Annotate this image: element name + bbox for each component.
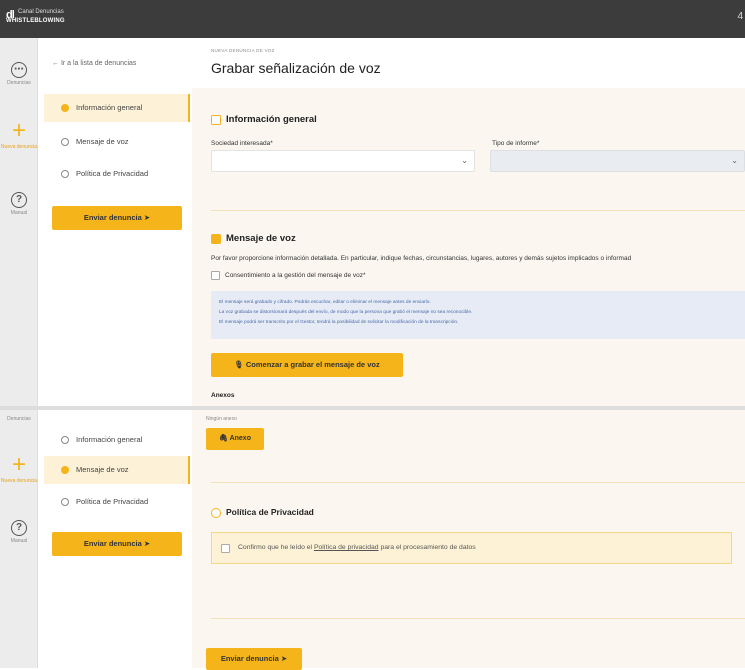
rail-label: Manual (10, 210, 28, 216)
section-title-privacy: Política de Privacidad (226, 507, 314, 517)
rail-item-denuncias[interactable]: Denuncias (0, 414, 38, 422)
icon-rail-bottom: Denuncias + Nueva denuncia ? Manual (0, 410, 38, 668)
consent-suffix: para el procesamiento de datos (378, 544, 476, 551)
logo-line-2: WHISTLEBLOWING (6, 18, 65, 24)
app-logo[interactable]: dl Canal Denuncias WHISTLEBLOWING (6, 9, 65, 24)
send-label: Enviar denuncia (220, 654, 279, 663)
send-report-button-side[interactable]: Enviar denuncia ➤ (52, 206, 182, 230)
help-icon: ? (11, 192, 27, 208)
chat-icon: ⋯ (11, 62, 27, 78)
rail-label: Denuncias (7, 416, 31, 422)
rail-item-manual[interactable]: ? Manual (0, 192, 38, 216)
send-report-button[interactable]: Enviar denuncia ➤ (206, 648, 302, 670)
main-content-top: NUEVA DENUNCIA DE VOZ Grabar señalizació… (192, 38, 745, 406)
microphone-icon (211, 234, 221, 244)
section-title-general: Información general (226, 114, 317, 125)
step-radio (61, 466, 69, 474)
voice-info-box: El mensaje será grabado y cifrado. Podrá… (211, 291, 745, 339)
voice-consent-label: Consentimiento a la gestión del mensaje … (225, 272, 366, 279)
send-icon: ➤ (143, 213, 151, 222)
step-politica-privacidad[interactable]: Política de Privacidad (44, 488, 190, 516)
start-recording-label: Comenzar a grabar el mensaje de voz (245, 360, 380, 369)
step-label: Mensaje de voz (76, 465, 129, 474)
rail-item-nueva-denuncia[interactable]: + Nueva denuncia (0, 117, 38, 151)
send-icon: ➤ (143, 539, 151, 548)
add-attachment-label: Anexo (229, 435, 251, 442)
add-attachment-button[interactable]: 🖇 Anexo (206, 428, 264, 450)
rail-label: Manual (10, 538, 28, 544)
privacy-consent-checkbox[interactable] (221, 544, 230, 553)
breadcrumb: NUEVA DENUNCIA DE VOZ (211, 48, 275, 53)
no-attachments-text: Ningún anexo (206, 416, 237, 422)
info-section-icon (211, 115, 221, 125)
step-mensaje-de-voz[interactable]: Mensaje de voz (44, 456, 190, 484)
send-report-button-side[interactable]: Enviar denuncia ➤ (52, 532, 182, 556)
step-radio (61, 104, 69, 112)
company-select[interactable]: ⌄ (211, 150, 475, 172)
main-content-bottom: Ningún anexo 🖇 Anexo Política de Privaci… (192, 410, 745, 670)
top-bar: dl Canal Denuncias WHISTLEBLOWING 4 (0, 0, 745, 38)
chevron-down-icon: ⌄ (731, 156, 738, 165)
step-label: Información general (76, 435, 143, 444)
plus-icon: + (11, 451, 26, 478)
back-to-list-link[interactable]: ← Ir a la lista de denuncias (52, 60, 136, 67)
section-divider (211, 482, 745, 483)
form-area: Información general Sociedad interesada*… (192, 88, 745, 406)
step-radio (61, 138, 69, 146)
voice-description: Por favor proporcione información detall… (211, 255, 632, 262)
voice-consent-checkbox[interactable] (211, 271, 220, 280)
privacy-section-icon (211, 508, 221, 518)
logo-line-1: Canal Denuncias (18, 9, 64, 15)
step-label: Información general (76, 103, 143, 112)
chevron-down-icon: ⌄ (461, 156, 468, 165)
step-radio (61, 498, 69, 506)
step-politica-privacidad[interactable]: Política de Privacidad (44, 160, 190, 188)
consent-prefix: Confirmo que he leído el (238, 544, 314, 551)
step-label: Política de Privacidad (76, 169, 149, 178)
paperclip-icon: 🖇 (219, 435, 230, 442)
step-mensaje-de-voz[interactable]: Mensaje de voz (44, 128, 190, 156)
rail-item-denuncias[interactable]: ⋯ Denuncias (0, 62, 38, 86)
company-label: Sociedad interesada* (211, 140, 273, 147)
section-title-voice: Mensaje de voz (226, 233, 296, 244)
step-nav-bottom: Información general Mensaje de voz Polít… (38, 410, 192, 668)
step-radio (61, 170, 69, 178)
corner-indicator[interactable]: 4 (737, 11, 743, 22)
privacy-policy-link[interactable]: Política de privacidad (314, 544, 379, 551)
step-label: Política de Privacidad (76, 497, 149, 506)
send-label: Enviar denuncia (83, 539, 142, 548)
privacy-consent-box: Confirmo que he leído el Política de pri… (211, 532, 732, 564)
section-divider (211, 618, 745, 619)
attachments-label: Anexos (211, 392, 235, 399)
info-line: La voz grabada se distorsionará después … (219, 310, 473, 315)
info-line: El mensaje podrá ser transcrito por el G… (219, 320, 459, 325)
step-label: Mensaje de voz (76, 137, 129, 146)
help-icon: ? (11, 520, 27, 536)
info-line: El mensaje será grabado y cifrado. Podrá… (219, 300, 431, 305)
report-type-select[interactable]: ⌄ (490, 150, 745, 172)
step-informacion-general[interactable]: Información general (44, 94, 190, 122)
section-divider (211, 210, 745, 211)
rail-item-nueva-denuncia[interactable]: + Nueva denuncia (0, 451, 38, 485)
rail-label: Nueva denuncia (0, 144, 38, 150)
rail-label: Nueva denuncia (0, 478, 38, 484)
rail-label: Denuncias (7, 80, 31, 86)
report-type-label: Tipo de informe* (492, 140, 540, 147)
plus-icon: + (11, 117, 26, 144)
step-radio (61, 436, 69, 444)
microphone-icon: 🎙 (234, 360, 246, 369)
icon-rail-top: ⋯ Denuncias + Nueva denuncia ? Manual (0, 38, 38, 408)
form-area: Ningún anexo 🖇 Anexo Política de Privaci… (192, 410, 745, 670)
rail-item-manual[interactable]: ? Manual (0, 520, 38, 544)
page-title: Grabar señalización de voz (211, 60, 381, 76)
step-nav-top: ← Ir a la lista de denuncias Información… (38, 38, 192, 408)
step-informacion-general[interactable]: Información general (44, 426, 190, 454)
send-icon: ➤ (280, 654, 288, 663)
start-recording-button[interactable]: 🎙 Comenzar a grabar el mensaje de voz (211, 353, 403, 377)
privacy-consent-label: Confirmo que he leído el Política de pri… (238, 544, 476, 551)
send-label: Enviar denuncia (83, 213, 142, 222)
